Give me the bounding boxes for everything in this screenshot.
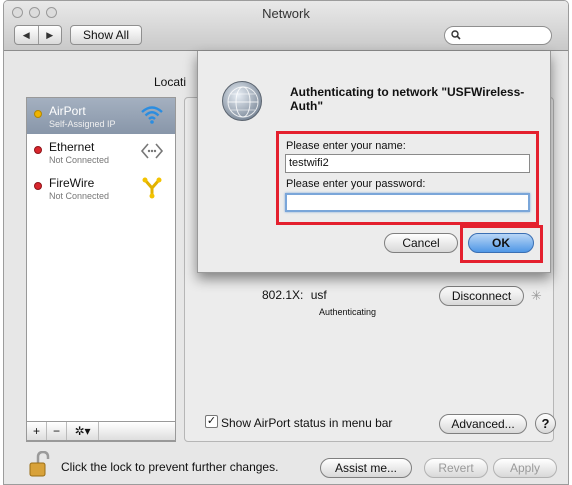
back-forward-control[interactable]: ◀ ▶ xyxy=(14,25,62,45)
window-title: Network xyxy=(262,6,310,21)
dialog-title: Authenticating to network "USFWireless-A… xyxy=(290,85,525,113)
service-list: AirPort Self-Assigned IP Ethernet Not Co… xyxy=(26,97,176,442)
progress-spinner-icon: ✳ xyxy=(531,288,542,303)
lock-icon[interactable] xyxy=(29,450,51,477)
titlebar: Network ◀ ▶ Show All xyxy=(4,1,568,51)
show-all-button[interactable]: Show All xyxy=(70,25,142,45)
gear-icon[interactable]: ✲▾ xyxy=(67,422,99,440)
service-name: FireWire xyxy=(49,176,95,190)
show-status-label: Show AirPort status in menu bar xyxy=(221,416,393,430)
search-input[interactable] xyxy=(444,26,552,45)
service-name: Ethernet xyxy=(49,140,95,154)
network-window: Network ◀ ▶ Show All Locati AirPort Self… xyxy=(3,0,569,485)
service-item-ethernet[interactable]: Ethernet Not Connected xyxy=(27,134,175,170)
dot1x-label: 802.1X: xyxy=(262,288,304,302)
ethernet-icon xyxy=(139,140,165,164)
ok-highlight-box xyxy=(460,225,543,263)
add-service-button[interactable]: + xyxy=(27,422,47,440)
advanced-button[interactable]: Advanced... xyxy=(439,414,527,434)
status-dot-icon xyxy=(34,110,42,118)
service-item-firewire[interactable]: FireWire Not Connected xyxy=(27,170,175,206)
help-button[interactable]: ? xyxy=(535,413,556,434)
dot1x-row: 802.1X: usf xyxy=(262,288,327,302)
status-dot-icon xyxy=(34,146,42,154)
service-name: AirPort xyxy=(49,104,86,118)
service-item-airport[interactable]: AirPort Self-Assigned IP xyxy=(27,98,175,134)
wifi-icon xyxy=(139,104,165,128)
apply-button[interactable]: Apply xyxy=(493,458,557,478)
dot1x-status: Authenticating xyxy=(319,307,377,317)
cancel-button[interactable]: Cancel xyxy=(384,233,458,253)
revert-button[interactable]: Revert xyxy=(424,458,488,478)
back-arrow-icon[interactable]: ◀ xyxy=(15,26,38,44)
show-status-checkbox[interactable]: ✓ xyxy=(205,415,218,428)
credentials-highlight-box xyxy=(276,131,539,225)
disconnect-button[interactable]: Disconnect xyxy=(439,286,524,306)
remove-service-button[interactable]: − xyxy=(47,422,67,440)
forward-arrow-icon[interactable]: ▶ xyxy=(37,26,62,44)
service-list-toolbar: + − ✲▾ xyxy=(26,421,176,441)
magnifier-icon xyxy=(451,30,461,40)
dot1x-value: usf xyxy=(310,288,327,302)
lock-text: Click the lock to prevent further change… xyxy=(61,460,279,474)
assist-me-button[interactable]: Assist me... xyxy=(320,458,412,478)
authentication-sheet: Authenticating to network "USFWireless-A… xyxy=(197,51,551,273)
firewire-icon xyxy=(139,176,165,200)
location-label: Locati xyxy=(154,75,187,89)
network-globe-icon xyxy=(222,81,262,121)
status-dot-icon xyxy=(34,182,42,190)
